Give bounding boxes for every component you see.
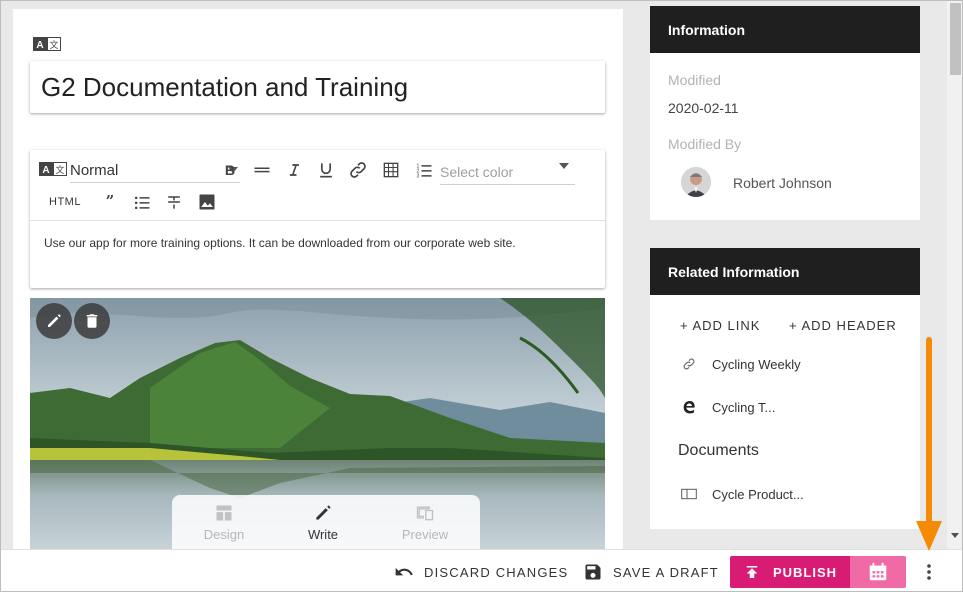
svg-text:文: 文 [49, 39, 58, 51]
svg-text:”: ” [106, 192, 115, 210]
save-draft-label: SAVE A DRAFT [613, 564, 719, 580]
pencil-icon [316, 505, 331, 520]
html-button[interactable]: HTML [49, 196, 81, 208]
related-item[interactable]: Cycling T... [680, 399, 775, 415]
language-icon[interactable]: A 文 [33, 37, 61, 51]
edit-image-button[interactable] [36, 303, 72, 339]
app-frame: A 文 G2 Documentation and Training A 文 No… [0, 0, 963, 592]
information-panel: Information Modified 2020-02-11 Modified… [650, 6, 920, 220]
plus-icon: + [680, 318, 693, 333]
related-information-panel: Related Information + ADD LINK + ADD HEA… [650, 248, 920, 529]
add-link-label: ADD LINK [692, 318, 761, 333]
person-photo [681, 167, 711, 197]
publish-button[interactable]: PUBLISH [730, 556, 850, 588]
devices-icon [416, 506, 434, 521]
quote-icon[interactable]: ” [99, 191, 121, 213]
mode-switch: Design Write Preview [172, 495, 480, 549]
modified-by-value: Robert Johnson [733, 175, 832, 191]
dashboard-icon [216, 505, 232, 521]
pencil-icon [48, 314, 61, 327]
italic-icon[interactable] [283, 159, 305, 181]
annotation-arrow [916, 337, 942, 551]
related-item-label: Cycling Weekly [712, 356, 801, 372]
mode-write[interactable]: Write [283, 503, 363, 542]
floppy-disk-icon [585, 564, 601, 580]
table-icon[interactable] [380, 159, 402, 181]
image-icon[interactable] [196, 191, 218, 213]
upload-icon [746, 566, 758, 578]
more-vertical-icon[interactable] [921, 562, 937, 582]
avatar[interactable] [681, 167, 711, 197]
add-header-button[interactable]: + ADD HEADER [789, 318, 897, 333]
modified-by-label: Modified By [668, 136, 742, 152]
related-item[interactable]: Cycling Weekly [680, 356, 801, 372]
format-select[interactable]: Normal [70, 159, 240, 183]
page-title: G2 Documentation and Training [41, 71, 409, 102]
rich-text-editor: A 文 Normal B 123 Select color HTML ” Use… [30, 150, 605, 288]
document-view-icon [680, 486, 698, 502]
trash-icon [86, 314, 98, 328]
edge-browser-icon [680, 399, 698, 415]
underline-icon[interactable] [315, 159, 337, 181]
document-item-label: Cycle Product... [712, 486, 804, 502]
mode-design[interactable]: Design [184, 503, 264, 542]
discard-changes-button[interactable]: DISCARD CHANGES [394, 562, 568, 582]
calendar-icon [869, 562, 887, 581]
related-item-label: Cycling T... [712, 399, 776, 415]
add-header-label: ADD HEADER [801, 318, 897, 333]
link-icon [680, 356, 698, 372]
plus-icon: + [789, 318, 802, 333]
document-item[interactable]: Cycle Product... [680, 486, 804, 502]
modified-value: 2020-02-11 [668, 100, 739, 116]
mode-write-label: Write [307, 527, 339, 542]
schedule-publish-button[interactable] [850, 556, 906, 588]
mode-preview[interactable]: Preview [385, 503, 465, 542]
scrollbar-thumb[interactable] [950, 3, 961, 75]
discard-changes-label: DISCARD CHANGES [424, 564, 569, 580]
color-select-placeholder: Select color [440, 163, 514, 180]
bold-icon[interactable]: B [219, 159, 241, 181]
numbered-list-icon[interactable]: 123 [413, 159, 435, 181]
color-select[interactable]: Select color [440, 159, 575, 185]
undo-icon [395, 567, 413, 576]
page-title-field[interactable]: G2 Documentation and Training [30, 61, 605, 113]
mode-design-label: Design [203, 527, 245, 542]
information-header: Information [650, 6, 920, 53]
delete-image-button[interactable] [74, 303, 110, 339]
mode-preview-label: Preview [401, 527, 449, 542]
svg-text:文: 文 [55, 164, 64, 176]
chevron-down-icon [559, 163, 569, 169]
toolbar-divider [30, 220, 605, 221]
scrollbar[interactable] [947, 1, 962, 549]
bullet-list-icon[interactable] [131, 191, 153, 213]
horizontal-rule-icon[interactable] [251, 159, 273, 181]
svg-text:A: A [36, 40, 43, 51]
documents-heading: Documents [678, 442, 759, 459]
modified-label: Modified [668, 72, 721, 88]
translate-icon[interactable]: A 文 [39, 162, 67, 176]
publish-label: PUBLISH [772, 564, 838, 580]
svg-text:3: 3 [417, 174, 420, 180]
bottom-action-bar: DISCARD CHANGES SAVE A DRAFT PUBLISH [1, 549, 962, 591]
link-icon[interactable] [347, 159, 369, 181]
svg-text:A: A [42, 165, 49, 176]
related-information-header: Related Information [650, 248, 920, 295]
format-select-value: Normal [70, 162, 119, 179]
svg-text:B: B [225, 163, 235, 179]
strikethrough-icon[interactable] [163, 191, 185, 213]
save-draft-button[interactable]: SAVE A DRAFT [583, 562, 719, 582]
add-link-button[interactable]: + ADD LINK [680, 318, 760, 333]
rich-text-content[interactable]: Use our app for more training options. I… [44, 236, 516, 250]
scroll-down-arrow-icon[interactable] [951, 533, 959, 538]
